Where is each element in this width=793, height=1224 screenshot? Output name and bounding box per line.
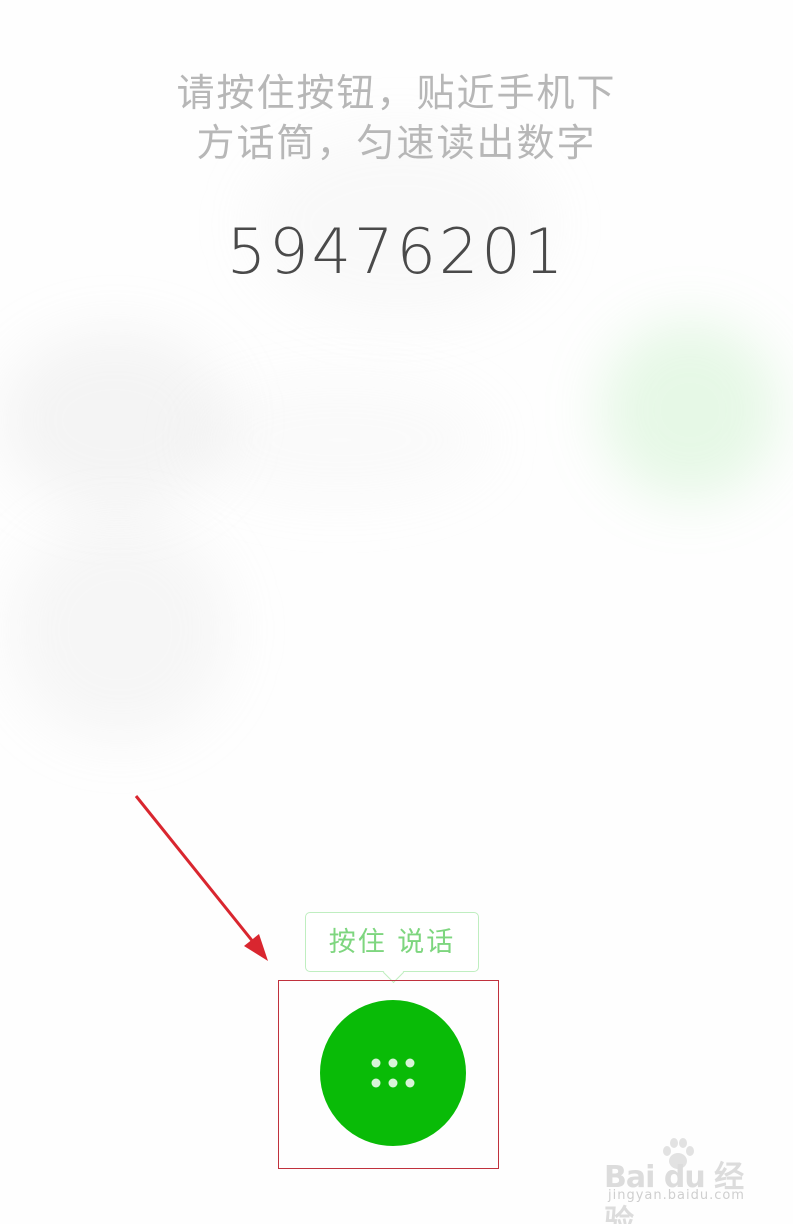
watermark-url: jingyan.baidu.com (608, 1188, 745, 1203)
background-blur-green (600, 320, 780, 500)
background-blur (10, 520, 230, 740)
verification-digits: 59476201 (226, 215, 567, 288)
instruction-line-1: 请按住按钮，贴近手机下 (176, 71, 617, 115)
instruction-text: 请按住按钮，贴近手机下 方话筒，匀速读出数字 (0, 68, 793, 168)
hold-to-talk-button[interactable] (320, 1000, 466, 1146)
background-blur (0, 330, 230, 510)
background-blur (190, 380, 490, 500)
baidu-jingyan-watermark: Bai du 经验 jingyan.baidu.com (604, 1134, 764, 1224)
voice-verification-screen: 请按住按钮，贴近手机下 方话筒，匀速读出数字 59476201 按住 说话 Ba… (0, 0, 793, 1224)
keypad-dots-icon (371, 1058, 415, 1088)
tooltip-label: 按住 说话 (328, 926, 456, 958)
hold-to-talk-tooltip: 按住 说话 (305, 912, 479, 984)
instruction-line-2: 方话筒，匀速读出数字 (196, 121, 597, 165)
